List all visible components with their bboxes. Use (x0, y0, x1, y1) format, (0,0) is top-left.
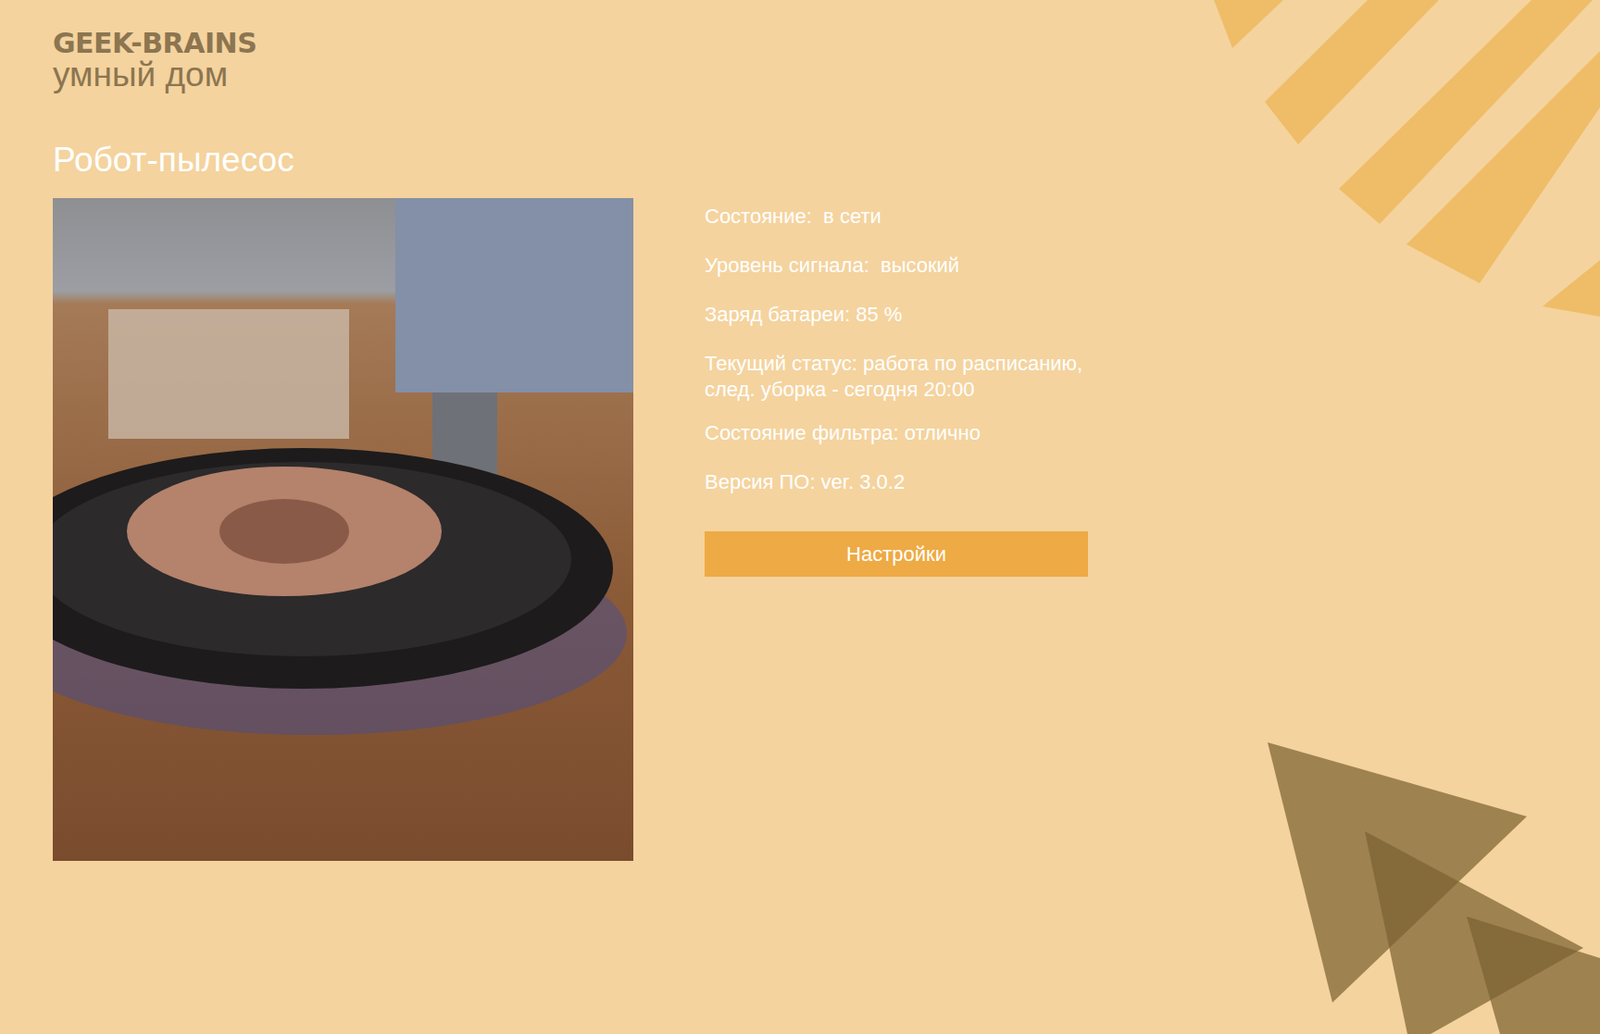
info-text: Заряд батареи: 85 % (704, 301, 1088, 329)
info-text: Уровень сигнала: высокий (704, 252, 1088, 280)
device-photo (52, 198, 634, 862)
info-text: Текущий статус: работа по расписанию, (704, 350, 1088, 378)
info-text: след. уборка - сегодня 20:00 (704, 376, 1088, 404)
info-text: Версия ПО: ver. 3.0.2 (704, 469, 1088, 497)
device-panel: Состояние: в сети Уровень сигнала: высоки… (52, 198, 1548, 862)
info-line: Состояние: в сети (704, 203, 1088, 231)
logo-brand: GEEK-BRAINS (52, 29, 1548, 58)
info-line: Уровень сигнала: высокий (704, 252, 1088, 280)
logo-subtitle: умный дом (52, 57, 1548, 94)
info-line: Состояние фильтра: отлично (704, 420, 1088, 448)
logo: GEEK-BRAINSумный дом (52, 29, 1548, 94)
info-line: Текущий статус: работа по расписанию,сле… (704, 350, 1088, 404)
device-title: Робот-пылесос (52, 141, 1548, 180)
info-text: Состояние: в сети (704, 203, 1088, 231)
info-text: Состояние фильтра: отлично (704, 420, 1088, 448)
info-line: Заряд батареи: 85 % (704, 301, 1088, 329)
vacuum-icon (52, 198, 634, 862)
info-line: Версия ПО: ver. 3.0.2 (704, 469, 1088, 497)
device-info: Состояние: в сети Уровень сигнала: высоки… (704, 198, 1088, 577)
settings-button[interactable]: Настройки (704, 531, 1088, 577)
